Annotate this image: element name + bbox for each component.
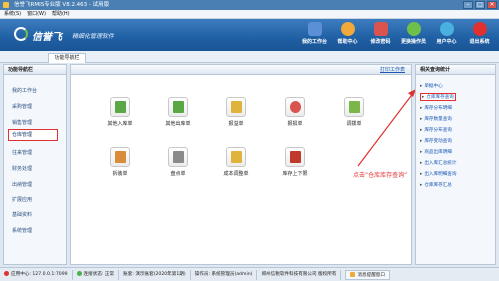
- right-panel-title: 相关查询统计: [416, 65, 495, 75]
- title-bar: 信誉飞RMIS专业版 V8.2.463 - 试用版 – □ ✕: [0, 0, 499, 10]
- power-icon: [472, 22, 487, 36]
- help-icon: [340, 22, 355, 36]
- toolbar-help-center-button[interactable]: 帮助中心: [332, 22, 363, 45]
- query-inout-summary[interactable]: 出入库汇总统计: [420, 160, 456, 166]
- nav-item-sales[interactable]: 销售管理: [12, 119, 32, 126]
- query-inout-detail[interactable]: 出入库明细查询: [420, 171, 456, 177]
- nav-item-purchase[interactable]: 采购管理: [12, 103, 32, 110]
- module-cost-adjust[interactable]: 成本调整单: [219, 147, 253, 177]
- header-banner: 信誉飞 精细化管理软件 我的工作台 帮助中心 修改密码 更换操作员 用户中心 退…: [0, 19, 499, 51]
- status-connection: 连接状态: 正常: [73, 269, 120, 280]
- user-center-icon: [439, 22, 454, 36]
- toolbar-exit-button[interactable]: 退出系统: [464, 22, 495, 45]
- toolbar-change-password-button[interactable]: 修改密码: [365, 22, 396, 45]
- query-stock-distribution-detail[interactable]: 库存分布明细: [420, 105, 452, 111]
- maximize-button[interactable]: □: [475, 1, 485, 9]
- menu-window[interactable]: 窗口(W): [27, 10, 46, 18]
- module-overflow[interactable]: 报溢单: [219, 97, 253, 127]
- toolbar-my-workbench-button[interactable]: 我的工作台: [299, 22, 330, 45]
- monitor-icon: [307, 22, 322, 36]
- tab-function-navigation[interactable]: 功能导航栏: [48, 53, 86, 63]
- status-bar: 应用中心: 127.0.0.1:7099 连接状态: 正常 账套: 演示账套(2…: [0, 267, 499, 281]
- query-stock-distribution[interactable]: 库存分布查询: [420, 127, 452, 133]
- close-button[interactable]: ✕: [487, 1, 497, 9]
- status-app-center: 应用中心: 127.0.0.1:7099: [0, 269, 73, 280]
- brand-name: 信誉飞: [32, 32, 62, 43]
- key-icon: [373, 22, 388, 36]
- tab-strip: 功能导航栏: [0, 51, 499, 63]
- nav-item-basic-data[interactable]: 基础资料: [12, 211, 32, 218]
- inventory-check-icon: [168, 147, 188, 167]
- nav-item-warehouse[interactable]: 仓库管理: [8, 129, 58, 141]
- stock-out-icon: [168, 97, 188, 117]
- brand-slogan: 精细化管理软件: [72, 33, 115, 40]
- cost-adjust-icon: [226, 147, 246, 167]
- toolbar-user-center-button[interactable]: 用户中心: [431, 22, 462, 45]
- nav-item-system[interactable]: 系统管理: [12, 227, 32, 234]
- nav-item-cashier[interactable]: 出纳管理: [12, 181, 32, 188]
- annotation-arrow: [357, 89, 416, 167]
- status-operator: 操作员: 系统管理员(admin): [191, 269, 258, 280]
- main-panel-header: 打印工作表: [71, 65, 411, 75]
- query-goods-outbound-detail[interactable]: 商品出库明细: [420, 149, 452, 155]
- left-navigation-panel: 功能导航栏 我的工作台 采购管理 销售管理 仓库管理 往来管理 财务处理 出纳管…: [3, 64, 67, 265]
- query-stock-quantity[interactable]: 库存数量查询: [420, 116, 452, 122]
- toolbar: 我的工作台 帮助中心 修改密码 更换操作员 用户中心 退出系统: [299, 22, 495, 45]
- module-other-stock-in[interactable]: 其他入库单: [103, 97, 137, 127]
- print-worksheet-link[interactable]: 打印工作表: [380, 65, 405, 75]
- module-assembly[interactable]: 拆装单: [103, 147, 137, 177]
- connection-ok-icon: [76, 270, 82, 276]
- module-stock-limit[interactable]: 库存上下限: [278, 147, 312, 177]
- user-switch-icon: [406, 22, 421, 36]
- status-account: 账套: 演示账套(2020年第1期): [119, 269, 191, 280]
- brand-logo-icon: [14, 27, 28, 41]
- nav-item-finance[interactable]: 财务处理: [12, 165, 32, 172]
- related-queries-panel: 相关查询统计 单据中心 仓库库存查询 库存分布明细 库存数量查询 库存分布查询 …: [415, 64, 496, 265]
- menu-help[interactable]: 帮助(H): [52, 10, 70, 18]
- overflow-icon: [226, 97, 246, 117]
- toolbar-switch-operator-button[interactable]: 更换操作员: [398, 22, 429, 45]
- app-icon: [3, 2, 9, 8]
- nav-item-workbench[interactable]: 我的工作台: [12, 87, 37, 94]
- nav-item-contacts[interactable]: 往来管理: [12, 149, 32, 156]
- nav-item-extensions[interactable]: 扩展应用: [12, 196, 32, 203]
- module-inventory-check[interactable]: 盘点单: [161, 147, 195, 177]
- query-stock-changes[interactable]: 库存变动查询: [420, 138, 452, 144]
- menu-system[interactable]: 系统(S): [4, 10, 21, 18]
- query-warehouse-stock[interactable]: 仓库库存查询: [420, 93, 456, 101]
- minimize-button[interactable]: –: [463, 1, 473, 9]
- module-other-stock-out[interactable]: 其他出库单: [161, 97, 195, 127]
- status-company: 郑州信税软件科技有限公司 版权所有: [257, 269, 342, 280]
- left-nav-title: 功能导航栏: [4, 65, 66, 75]
- stock-in-icon: [110, 97, 130, 117]
- message-reminder-button[interactable]: 消息提醒窗口: [345, 269, 390, 280]
- query-warehouse-summary[interactable]: 仓库库存汇总: [420, 182, 452, 188]
- assembly-icon: [110, 147, 130, 167]
- query-document-center[interactable]: 单据中心: [420, 83, 442, 89]
- window-title: 信誉飞RMIS专业版 V8.2.463 - 试用版: [14, 2, 110, 8]
- module-loss[interactable]: 报损单: [278, 97, 312, 127]
- message-icon: [350, 271, 356, 277]
- menu-bar: 系统(S) 窗口(W) 帮助(H): [0, 10, 499, 19]
- loss-icon: [285, 97, 305, 117]
- annotation-text: 点击“仓库库存查询”: [353, 172, 408, 179]
- stock-limit-icon: [285, 147, 305, 167]
- app-center-icon: [4, 270, 9, 276]
